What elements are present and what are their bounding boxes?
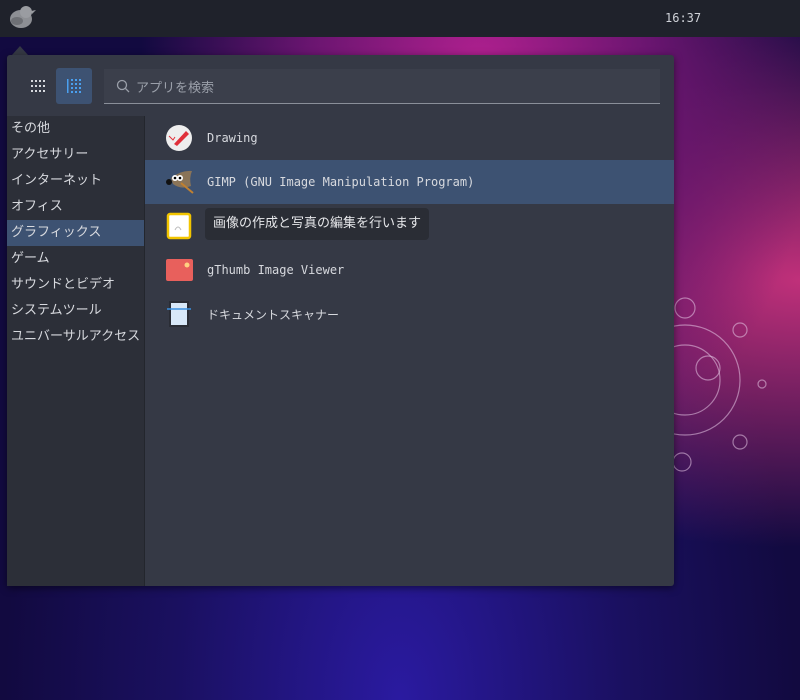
search-icon [116, 79, 130, 93]
category-other[interactable]: その他 [7, 116, 144, 142]
category-sound-video[interactable]: サウンドとビデオ [7, 272, 144, 298]
category-office[interactable]: オフィス [7, 194, 144, 220]
category-games[interactable]: ゲーム [7, 246, 144, 272]
app-label: Drawing [207, 131, 258, 145]
app-gimp[interactable]: GIMP (GNU Image Manipulation Program) [145, 160, 674, 204]
app-label: gThumb Image Viewer [207, 263, 345, 277]
search-input[interactable]: アプリを検索 [104, 69, 660, 104]
application-menu: アプリを検索 その他 アクセサリー インターネット オフィス グラフィックス ゲ… [7, 55, 674, 586]
list-view-button[interactable] [56, 68, 92, 104]
drawing-icon [165, 124, 193, 152]
category-graphics[interactable]: グラフィックス [7, 220, 144, 246]
wallpaper-emblem [660, 297, 767, 472]
clock[interactable]: 16:37 [665, 11, 701, 25]
app-drawing[interactable]: Drawing [145, 116, 674, 160]
category-system-tools[interactable]: システムツール [7, 298, 144, 324]
menu-pointer [12, 46, 28, 55]
category-internet[interactable]: インターネット [7, 168, 144, 194]
top-bar: 16:37 [0, 0, 800, 37]
app-gthumb[interactable]: gThumb Image Viewer [145, 248, 674, 292]
category-list: その他 アクセサリー インターネット オフィス グラフィックス ゲーム サウンド… [7, 116, 145, 586]
app-label: GIMP (GNU Image Manipulation Program) [207, 175, 475, 189]
app-menu-bird-icon[interactable] [6, 4, 36, 30]
category-accessories[interactable]: アクセサリー [7, 142, 144, 168]
gimp-icon [165, 168, 194, 196]
list-icon [67, 79, 81, 93]
scanner-icon [165, 300, 193, 328]
app-label: ドキュメントスキャナー [207, 307, 340, 322]
grid-view-button[interactable] [20, 68, 56, 104]
gthumb-icon [165, 256, 193, 284]
search-placeholder: アプリを検索 [136, 80, 215, 96]
app-tooltip: 画像の作成と写真の編集を行います [205, 208, 430, 240]
libreoffice-draw-icon [165, 212, 193, 240]
app-document-scanner[interactable]: ドキュメントスキャナー [145, 292, 674, 336]
category-universal-access[interactable]: ユニバーサルアクセス [7, 324, 144, 350]
grid-icon [31, 80, 45, 92]
